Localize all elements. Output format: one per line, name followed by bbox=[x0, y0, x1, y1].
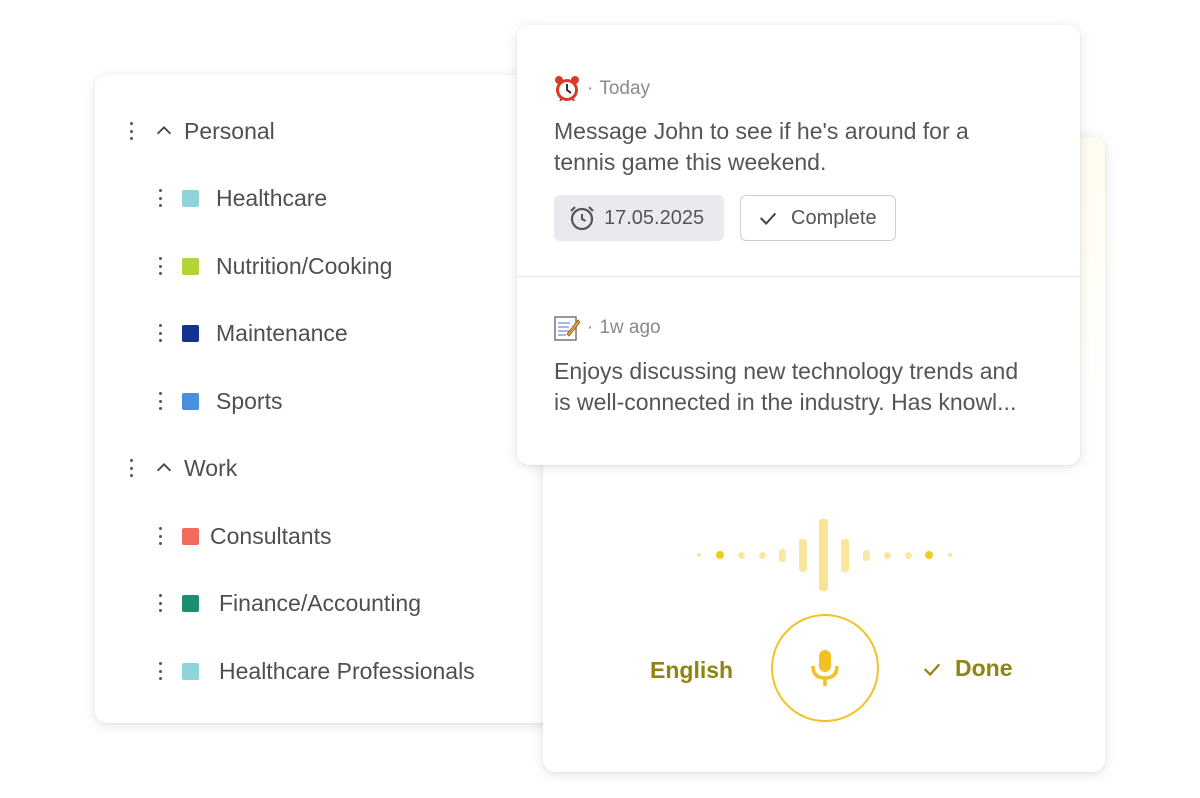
waveform-dot bbox=[759, 552, 766, 559]
more-options-icon[interactable] bbox=[158, 189, 162, 207]
contact-activity-panel: · Today Message John to see if he's arou… bbox=[517, 25, 1080, 465]
complete-label: Complete bbox=[791, 206, 877, 229]
category-color-swatch bbox=[182, 189, 199, 207]
microphone-button[interactable] bbox=[771, 614, 879, 722]
waveform-dot bbox=[948, 553, 952, 557]
complete-button[interactable]: Complete bbox=[740, 195, 896, 241]
waveform-dot bbox=[716, 551, 724, 559]
done-button[interactable]: Done bbox=[921, 655, 1013, 682]
note-text: Enjoys discussing new technology trends … bbox=[554, 356, 1018, 418]
waveform-bar bbox=[799, 539, 807, 572]
chevron-up-icon[interactable] bbox=[153, 457, 175, 479]
group-label: Work bbox=[184, 454, 238, 481]
category-color-swatch bbox=[182, 594, 199, 612]
category-label: Sports bbox=[216, 387, 283, 414]
note-time: 1w ago bbox=[599, 317, 661, 338]
category-row[interactable]: Nutrition/Cooking bbox=[158, 249, 392, 283]
category-label: Nutrition/Cooking bbox=[216, 252, 393, 279]
reminder-time: Today bbox=[599, 78, 651, 99]
alarm-clock-icon bbox=[555, 76, 579, 102]
checkmark-icon bbox=[923, 663, 941, 676]
divider bbox=[517, 276, 1080, 277]
memo-icon bbox=[554, 316, 581, 341]
waveform-bar bbox=[863, 550, 870, 561]
category-color-swatch bbox=[182, 662, 199, 680]
waveform-dot bbox=[697, 553, 701, 557]
group-row-work[interactable]: Work bbox=[129, 451, 237, 485]
alarm-clock-icon bbox=[570, 206, 594, 231]
category-color-swatch bbox=[182, 392, 199, 410]
category-color-swatch bbox=[182, 257, 199, 275]
waveform-dot bbox=[884, 552, 891, 559]
waveform-dot bbox=[905, 552, 912, 559]
category-row[interactable]: Healthcare Professionals bbox=[158, 654, 475, 688]
category-list-panel: Personal Healthcare Nutrition/Cooking Ma… bbox=[95, 75, 565, 723]
category-row[interactable]: Consultants bbox=[158, 519, 331, 553]
category-color-swatch bbox=[182, 527, 199, 545]
more-options-icon[interactable] bbox=[158, 594, 162, 612]
voice-waveform bbox=[651, 499, 1001, 611]
done-label: Done bbox=[955, 655, 1013, 681]
more-options-icon[interactable] bbox=[129, 459, 133, 477]
note-text-line: is well-connected in the industry. Has k… bbox=[554, 389, 1017, 415]
more-options-icon[interactable] bbox=[129, 122, 133, 140]
more-options-icon[interactable] bbox=[158, 324, 162, 342]
waveform-dot bbox=[738, 552, 745, 559]
more-options-icon[interactable] bbox=[158, 662, 162, 680]
category-row[interactable]: Maintenance bbox=[158, 316, 348, 350]
reminder-text: Message John to see if he's around for a… bbox=[554, 116, 969, 178]
waveform-bar bbox=[779, 549, 786, 562]
category-color-swatch bbox=[182, 324, 199, 342]
reminder-text-line: Message John to see if he's around for a bbox=[554, 118, 969, 144]
checkmark-icon bbox=[759, 212, 777, 225]
category-label: Healthcare Professionals bbox=[219, 657, 475, 684]
category-label: Finance/Accounting bbox=[219, 589, 422, 616]
reminder-text-line: tennis game this weekend. bbox=[554, 149, 827, 175]
category-row[interactable]: Healthcare bbox=[158, 181, 327, 215]
category-label: Maintenance bbox=[216, 319, 348, 346]
group-row-personal[interactable]: Personal bbox=[129, 114, 275, 148]
note-meta: · 1w ago bbox=[553, 314, 661, 342]
language-selector[interactable]: English bbox=[650, 657, 733, 684]
waveform-dot bbox=[925, 551, 933, 559]
due-date-label: 17.05.2025 bbox=[604, 206, 705, 229]
category-label: Healthcare bbox=[216, 184, 328, 211]
category-row[interactable]: Finance/Accounting bbox=[158, 586, 421, 620]
reminder-meta: · Today bbox=[553, 75, 650, 103]
more-options-icon[interactable] bbox=[158, 392, 162, 410]
more-options-icon[interactable] bbox=[158, 527, 162, 545]
more-options-icon[interactable] bbox=[158, 257, 162, 275]
category-label: Consultants bbox=[210, 522, 332, 549]
waveform-bar bbox=[819, 519, 828, 591]
due-date-chip[interactable]: 17.05.2025 bbox=[554, 195, 724, 241]
group-label: Personal bbox=[184, 117, 275, 144]
chevron-up-icon[interactable] bbox=[153, 120, 175, 142]
microphone-icon bbox=[811, 650, 839, 686]
category-row[interactable]: Sports bbox=[158, 384, 282, 418]
waveform-bar bbox=[841, 539, 849, 572]
note-text-line: Enjoys discussing new technology trends … bbox=[554, 358, 1019, 384]
